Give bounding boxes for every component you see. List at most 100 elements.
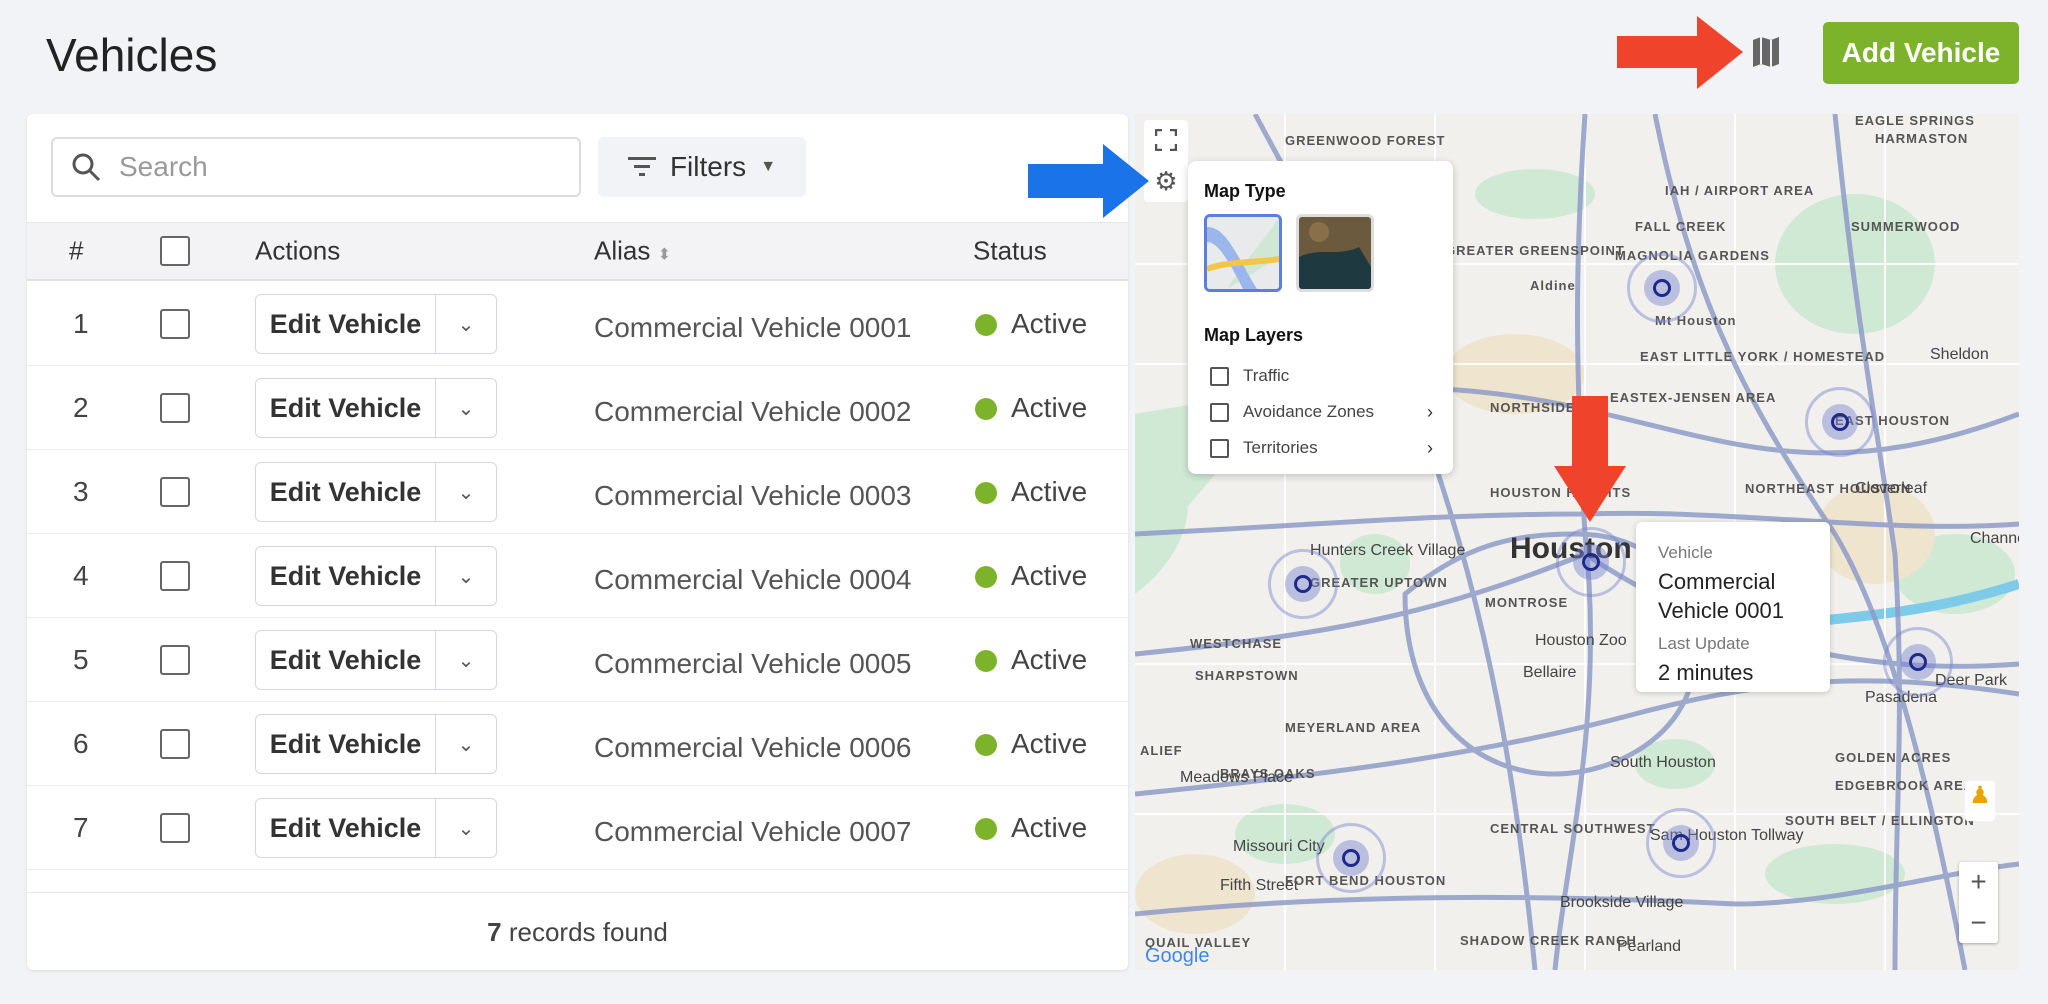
row-checkbox[interactable] [160, 644, 190, 675]
settings-gear-icon[interactable]: ⚙ [1154, 168, 1177, 194]
chevron-down-icon[interactable]: ⌄ [436, 816, 496, 841]
map-place-label: GOLDEN ACRES [1835, 750, 1952, 765]
territories-checkbox[interactable] [1210, 438, 1229, 458]
vehicle-marker[interactable] [1646, 808, 1716, 878]
map-place-label: EAGLE SPRINGS [1855, 114, 1975, 128]
vehicle-marker-icon [1909, 653, 1927, 671]
layer-territories[interactable]: Territories › [1204, 430, 1437, 466]
row-checkbox[interactable] [160, 728, 190, 759]
status-badge: Active [975, 812, 1087, 844]
vehicle-alias: Commercial Vehicle 0001 [594, 311, 912, 343]
vehicle-marker[interactable] [1556, 527, 1626, 597]
map-place-label: Channelview [1970, 530, 2019, 547]
status-text: Active [1011, 559, 1088, 591]
add-vehicle-button[interactable]: Add Vehicle [1823, 22, 2019, 84]
layer-traffic[interactable]: Traffic [1204, 358, 1437, 394]
chevron-right-icon[interactable]: › [1427, 402, 1433, 423]
tooltip-update-value: 2 minutes [1658, 660, 1754, 685]
vehicle-marker-icon [1653, 279, 1671, 297]
table-row: 6 Edit Vehicle ⌄ Commercial Vehicle 0006 … [27, 702, 1128, 786]
traffic-checkbox[interactable] [1210, 366, 1229, 386]
chevron-down-icon[interactable]: ⌄ [436, 312, 496, 337]
map-place-label: EAST LITTLE YORK / HOMESTEAD [1640, 349, 1886, 364]
edit-vehicle-button-group: Edit Vehicle ⌄ [255, 294, 497, 354]
filters-button[interactable]: Filters ▼ [598, 137, 806, 197]
row-checkbox[interactable] [160, 476, 190, 507]
filters-label: Filters [669, 151, 747, 182]
row-checkbox[interactable] [160, 392, 190, 423]
edit-vehicle-button[interactable]: Edit Vehicle [256, 379, 436, 437]
zoom-in-button[interactable]: + [1959, 862, 1998, 903]
edit-vehicle-button[interactable]: Edit Vehicle [256, 715, 436, 773]
vehicle-alias: Commercial Vehicle 0006 [594, 731, 912, 763]
edit-vehicle-button[interactable]: Edit Vehicle [256, 295, 436, 353]
search-input[interactable] [119, 151, 539, 183]
vehicle-alias: Commercial Vehicle 0005 [594, 647, 912, 679]
page-title: Vehicles [46, 29, 218, 81]
edit-vehicle-button-group: Edit Vehicle ⌄ [255, 462, 497, 522]
edit-vehicle-button-group: Edit Vehicle ⌄ [255, 630, 497, 690]
vehicle-marker[interactable] [1316, 823, 1386, 893]
chevron-down-icon[interactable]: ⌄ [436, 564, 496, 589]
map-icon[interactable] [1750, 36, 1782, 68]
chevron-down-icon[interactable]: ⌄ [436, 396, 496, 421]
map-type-roadmap[interactable] [1204, 214, 1282, 292]
tooltip-vehicle-label: Vehicle [1658, 543, 1713, 562]
edit-vehicle-button[interactable]: Edit Vehicle [256, 799, 436, 857]
vehicle-marker[interactable] [1627, 253, 1697, 323]
status-badge: Active [975, 476, 1087, 508]
vehicle-marker-halo [1822, 404, 1858, 440]
map-view[interactable]: GREENWOOD FOREST GREATER GREENSPOINT IAH /… [1135, 114, 2019, 970]
red-arrow-annotation-down-icon [1554, 396, 1626, 522]
street-view-pegman-icon[interactable]: ♟ [1965, 781, 1995, 821]
edit-vehicle-button[interactable]: Edit Vehicle [256, 631, 436, 689]
map-place-label: CENTRAL SOUTHWEST [1490, 821, 1656, 836]
map-place-label: GREATER GREENSPOINT [1445, 243, 1625, 258]
row-number: 7 [73, 811, 89, 843]
map-place-label: SOUTH BELT / ELLINGTON [1785, 813, 1975, 828]
column-alias-label: Alias [594, 235, 651, 266]
column-alias[interactable]: Alias ⬍ [594, 236, 671, 267]
table-row: 3 Edit Vehicle ⌄ Commercial Vehicle 0003 … [27, 450, 1128, 534]
table-row: 5 Edit Vehicle ⌄ Commercial Vehicle 0005 … [27, 618, 1128, 702]
search-field[interactable] [51, 137, 581, 197]
vehicle-tooltip: Vehicle Commercial Vehicle 0001 Last Upd… [1636, 522, 1830, 692]
avoidance-zones-checkbox[interactable] [1210, 402, 1229, 422]
vehicle-marker[interactable] [1805, 387, 1875, 457]
fullscreen-icon[interactable] [1155, 128, 1177, 151]
caret-down-icon: ▼ [760, 158, 777, 175]
edit-vehicle-button[interactable]: Edit Vehicle [256, 463, 436, 521]
row-checkbox[interactable] [160, 560, 190, 591]
zoom-out-button[interactable]: − [1959, 903, 1998, 944]
vehicle-marker-halo [1333, 840, 1369, 876]
status-badge: Active [975, 308, 1087, 340]
records-count: 7 records found [27, 892, 1128, 970]
vehicle-marker[interactable] [1883, 627, 1953, 697]
vehicle-marker-halo [1285, 566, 1321, 602]
status-text: Active [1011, 391, 1088, 423]
map-place-label: IAH / AIRPORT AREA [1665, 183, 1815, 198]
row-checkbox[interactable] [160, 308, 190, 339]
row-number: 1 [73, 307, 89, 339]
chevron-down-icon[interactable]: ⌄ [436, 648, 496, 673]
edit-vehicle-button-group: Edit Vehicle ⌄ [255, 378, 497, 438]
row-number: 4 [73, 559, 89, 591]
status-badge: Active [975, 392, 1087, 424]
status-dot-icon [975, 314, 997, 337]
chevron-down-icon[interactable]: ⌄ [436, 480, 496, 505]
column-status: Status [973, 235, 1047, 266]
map-type-satellite[interactable] [1296, 214, 1375, 292]
edit-vehicle-button[interactable]: Edit Vehicle [256, 547, 436, 605]
chevron-right-icon[interactable]: › [1427, 438, 1433, 459]
chevron-down-icon[interactable]: ⌄ [436, 732, 496, 757]
map-settings-popup: Map Type Map Layers Traffic Avoidance Zo… [1188, 161, 1453, 474]
select-all-checkbox[interactable] [160, 236, 190, 266]
layer-avoidance-zones[interactable]: Avoidance Zones › [1204, 394, 1437, 430]
row-checkbox[interactable] [160, 812, 190, 843]
status-badge: Active [975, 644, 1087, 676]
edit-vehicle-button-group: Edit Vehicle ⌄ [255, 798, 497, 858]
map-place-label: Hunters Creek Village [1310, 542, 1466, 559]
satellite-thumbnail-icon [1299, 217, 1372, 289]
vehicle-alias: Commercial Vehicle 0007 [594, 815, 912, 847]
vehicle-marker[interactable] [1268, 549, 1338, 619]
